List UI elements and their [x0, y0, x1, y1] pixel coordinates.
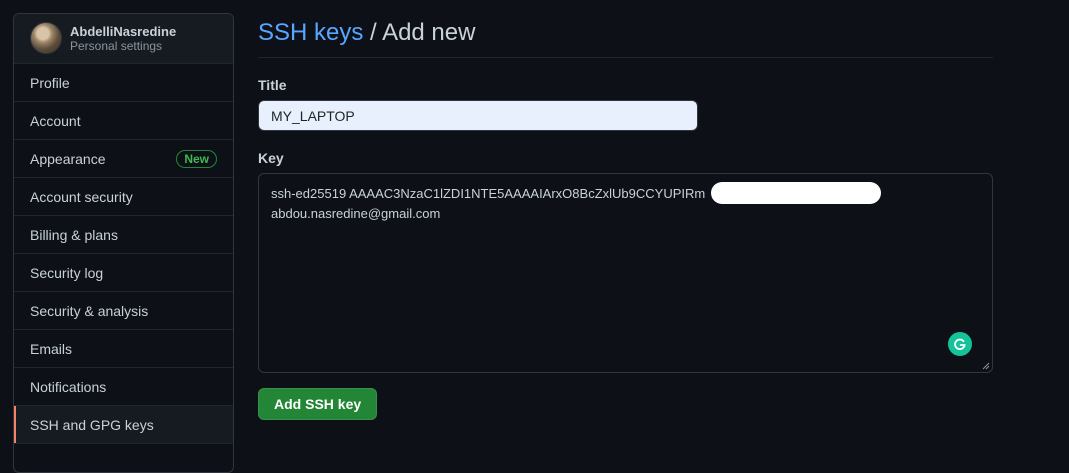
profile-text: AbdelliNasredine Personal settings	[70, 24, 176, 54]
sidebar-item-label: Billing & plans	[30, 226, 118, 243]
sidebar-item-appearance[interactable]: Appearance New	[14, 140, 233, 178]
page-title: SSH keys / Add new	[258, 0, 993, 58]
sidebar-item-label: Account security	[30, 188, 133, 205]
sidebar-item-account-security[interactable]: Account security	[14, 178, 233, 216]
sidebar-item-label: SSH and GPG keys	[30, 416, 154, 433]
avatar[interactable]	[30, 22, 62, 54]
key-label: Key	[258, 150, 284, 166]
title-input[interactable]	[258, 100, 698, 131]
main-content: SSH keys / Add new Title Key ssh-ed25519…	[258, 0, 993, 420]
sidebar-item-notifications[interactable]: Notifications	[14, 368, 233, 406]
sidebar-item-label: Account	[30, 112, 81, 129]
breadcrumb-current: Add new	[382, 19, 476, 46]
settings-sidebar: AbdelliNasredine Personal settings Profi…	[13, 13, 234, 473]
key-text-line-2: abdou.nasredine@gmail.com	[271, 206, 441, 221]
sidebar-item-security-analysis[interactable]: Security & analysis	[14, 292, 233, 330]
sidebar-item-label: Profile	[30, 74, 70, 91]
sidebar-item-label: Security & analysis	[30, 302, 149, 319]
breadcrumb-ssh-keys-link[interactable]: SSH keys	[258, 19, 363, 46]
sidebar-item-account[interactable]: Account	[14, 102, 233, 140]
add-ssh-key-button[interactable]: Add SSH key	[258, 388, 378, 420]
grammarly-icon[interactable]	[948, 332, 972, 356]
profile-header[interactable]: AbdelliNasredine Personal settings	[14, 14, 233, 64]
sidebar-item-label: Emails	[30, 340, 73, 357]
sidebar-item-ssh-gpg-keys[interactable]: SSH and GPG keys	[14, 406, 233, 444]
resize-handle-icon[interactable]	[982, 362, 990, 370]
sidebar-item-label: Security log	[30, 264, 104, 281]
title-label: Title	[258, 77, 287, 93]
redaction-overlay	[711, 182, 881, 204]
sidebar-item-profile[interactable]: Profile	[14, 64, 233, 102]
profile-name[interactable]: AbdelliNasredine	[70, 24, 176, 39]
sidebar-item-emails[interactable]: Emails	[14, 330, 233, 368]
new-badge: New	[176, 149, 217, 168]
profile-subtitle: Personal settings	[70, 39, 163, 53]
sidebar-item-billing[interactable]: Billing & plans	[14, 216, 233, 254]
sidebar-item-label: Notifications	[30, 378, 107, 395]
breadcrumb-separator: /	[363, 19, 383, 46]
sidebar-item-security-log[interactable]: Security log	[14, 254, 233, 292]
sidebar-item-label: Appearance	[30, 150, 106, 167]
key-textarea[interactable]: ssh-ed25519 AAAAC3NzaC1lZDI1NTE5AAAAIArx…	[258, 173, 993, 373]
